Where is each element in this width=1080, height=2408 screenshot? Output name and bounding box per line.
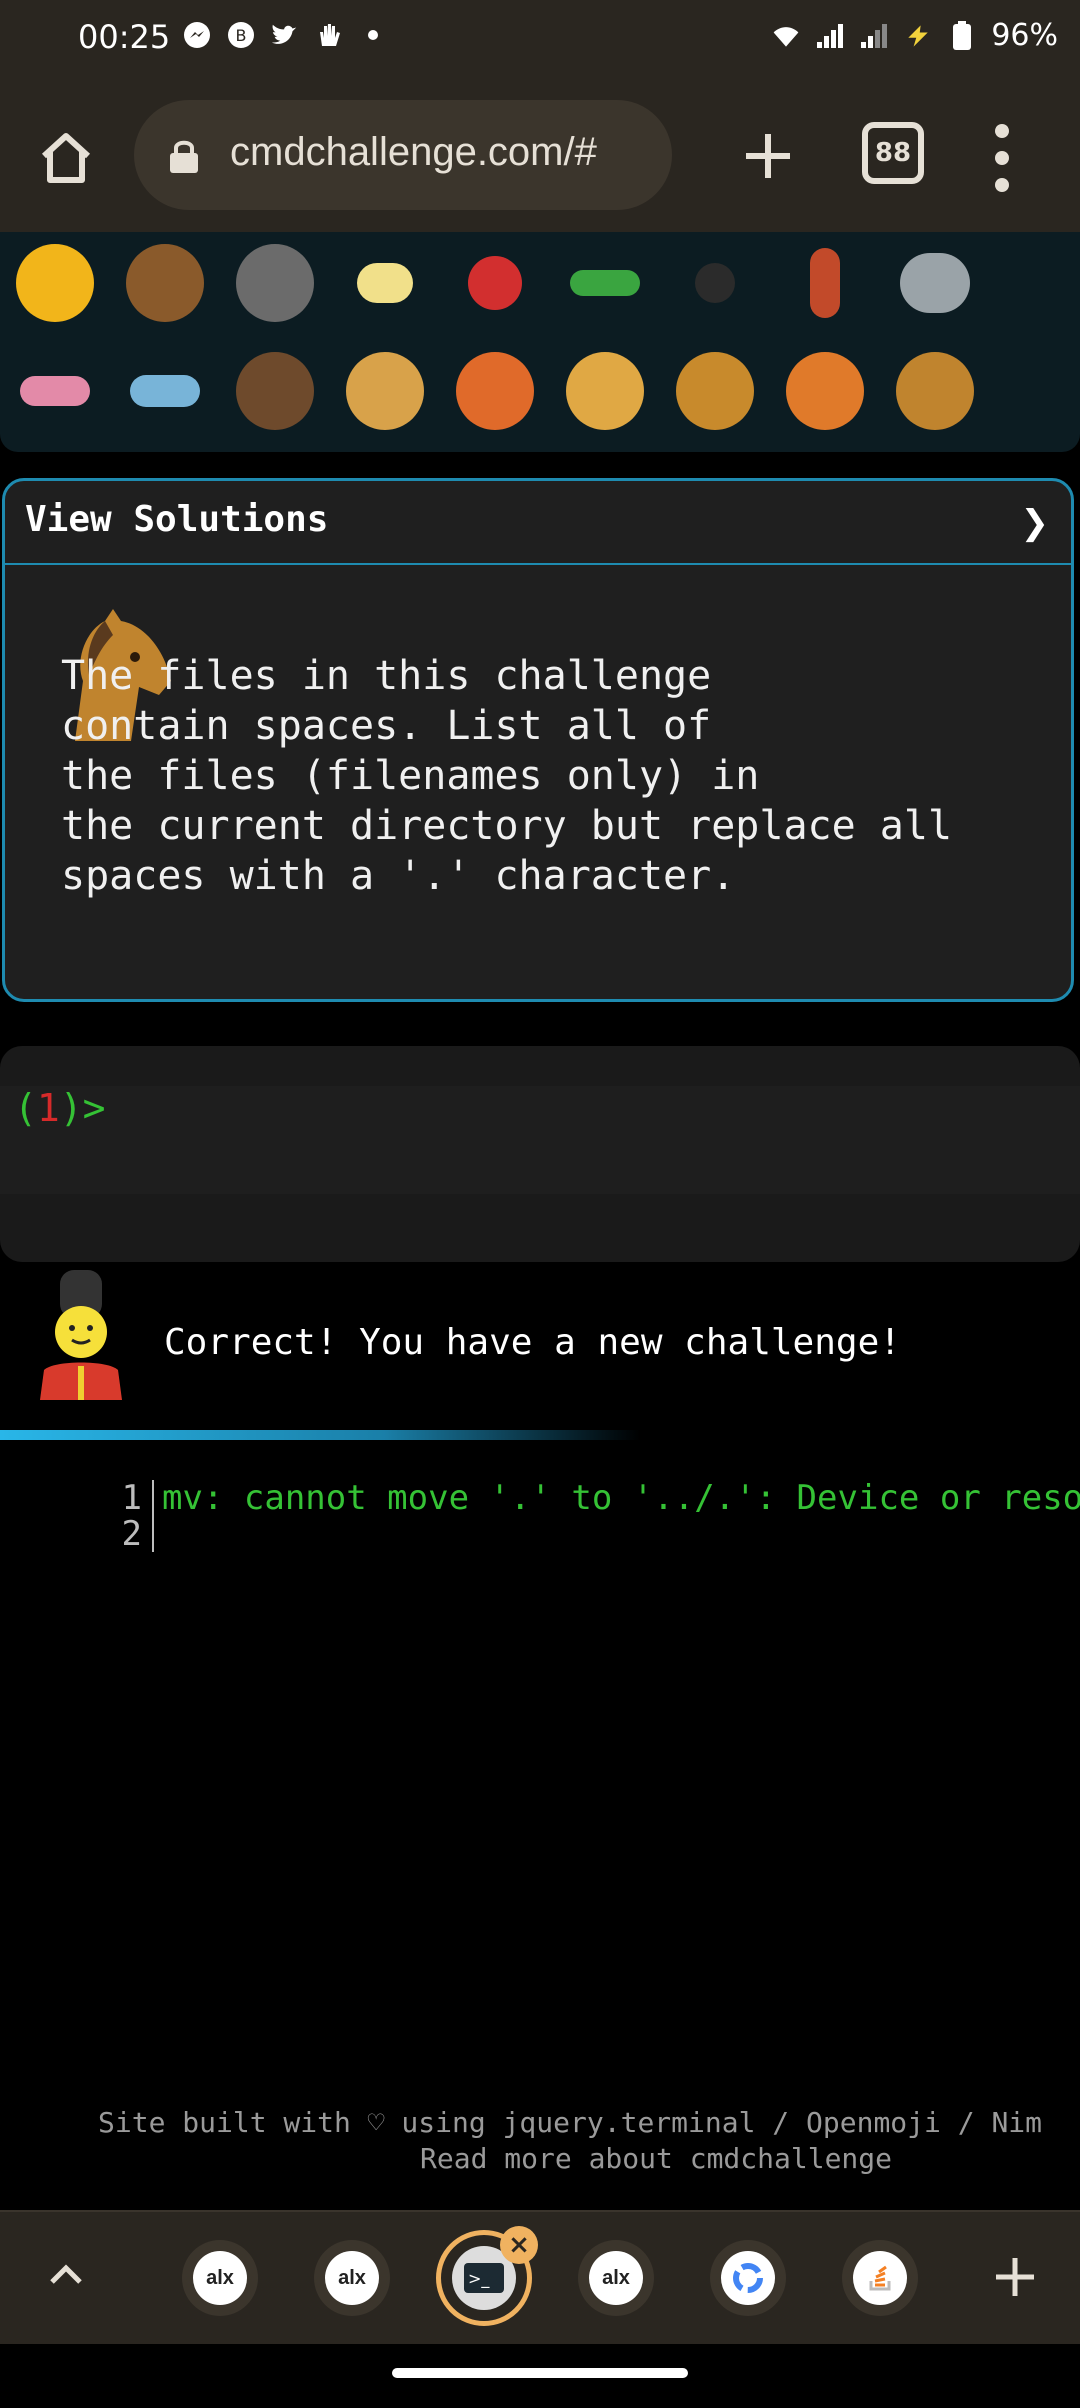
view-solutions-toggle[interactable]: View Solutions ❯ [5, 481, 1071, 565]
challenge-panel: View Solutions ❯ The files in this chall… [2, 478, 1074, 1002]
charging-icon [903, 21, 933, 51]
dot-icon [358, 20, 388, 50]
gesture-handle[interactable] [392, 2368, 688, 2378]
spider-icon[interactable] [660, 232, 770, 338]
home-icon [41, 133, 91, 183]
animal-row-2 [0, 336, 990, 446]
alx-icon: alx [193, 2251, 247, 2305]
chevron-right-icon: ❯ [1020, 503, 1050, 543]
battery-icon [947, 20, 977, 51]
result-message: Correct! You have a new challenge! [164, 1322, 901, 1363]
challenge-number: 1 [36, 1086, 60, 1130]
challenge-description: The files in this challenge contain spac… [61, 653, 953, 899]
horse-icon[interactable] [880, 336, 990, 446]
bee-icon[interactable] [330, 232, 440, 338]
command-input[interactable] [0, 1086, 1080, 1194]
tab-count: 88 [874, 138, 912, 168]
guard-icon [40, 1270, 122, 1400]
tropical-fish-icon[interactable] [0, 232, 110, 338]
b-icon: B [226, 20, 256, 50]
worm-icon[interactable] [0, 336, 110, 446]
alx-icon: alx [589, 2251, 643, 2305]
terminal-prompt: (1)> [14, 1086, 106, 1130]
wave-icon [314, 20, 344, 50]
system-icons: 96% [771, 18, 1058, 53]
tab-google[interactable] [710, 2240, 786, 2316]
microbe-icon[interactable] [110, 336, 220, 446]
fly-icon[interactable] [880, 232, 990, 338]
lock-icon [170, 140, 198, 173]
status-bar: 00:25 B 96% [0, 0, 1080, 78]
monkey-icon[interactable] [220, 336, 330, 446]
output-text: mv: cannot move '.' to '../.': Device or… [162, 1480, 1080, 1518]
stackoverflow-icon [853, 2251, 907, 2305]
close-tab-button[interactable]: × [500, 2226, 538, 2264]
tab-alx-1[interactable]: alx [182, 2240, 258, 2316]
fox-icon[interactable] [440, 336, 550, 446]
address-bar[interactable]: cmdchallenge.com/# [134, 100, 672, 210]
alx-icon: alx [325, 2251, 379, 2305]
terminal[interactable]: (1)> [0, 1046, 1080, 1262]
lion-icon[interactable] [660, 336, 770, 446]
tab-stackoverflow[interactable] [842, 2240, 918, 2316]
footer-about-link[interactable]: Read more about cmdchallenge [420, 2142, 892, 2175]
wifi-icon [771, 21, 801, 51]
view-solutions-title: View Solutions [25, 499, 329, 540]
dog-icon[interactable] [330, 336, 440, 446]
plus-icon[interactable] [990, 2252, 1040, 2302]
command-output: 1 2 mv: cannot move '.' to '../.': Devic… [0, 1480, 1080, 1560]
line-numbers: 1 2 [98, 1480, 154, 1552]
tab-alx-2[interactable]: alx [314, 2240, 390, 2316]
plus-icon [746, 134, 790, 178]
status-time: 00:25 [78, 18, 171, 56]
tab-strip: alx alx >_ × alx [0, 2210, 1080, 2346]
tab-switcher-button[interactable]: 88 [862, 122, 924, 184]
animal-challenge-strip [0, 232, 1080, 452]
browser-toolbar: cmdchallenge.com/# 88 [0, 78, 1080, 234]
scorpion-icon[interactable] [770, 232, 880, 338]
cricket-icon[interactable] [550, 232, 660, 338]
pufferfish-icon[interactable] [110, 232, 220, 338]
twitter-icon [270, 20, 300, 50]
terminal-icon: >_ [464, 2263, 504, 2293]
animal-row-1 [0, 232, 990, 338]
tab-alx-3[interactable]: alx [578, 2240, 654, 2316]
home-button[interactable] [30, 122, 102, 194]
url-text: cmdchallenge.com/# [230, 130, 597, 174]
signal-icon [815, 21, 845, 51]
google-icon [721, 2251, 775, 2305]
wolf-icon[interactable] [220, 232, 330, 338]
tiger-icon[interactable] [770, 336, 880, 446]
more-menu-button[interactable] [980, 118, 1024, 198]
chevron-up-icon[interactable] [44, 2252, 88, 2296]
signal-icon [859, 21, 889, 51]
battery-level: 96% [991, 18, 1058, 53]
messenger-icon [182, 20, 212, 50]
cat-icon[interactable] [550, 336, 660, 446]
svg-text:B: B [236, 26, 247, 45]
notification-icons: B [182, 20, 388, 50]
new-tab-button[interactable] [732, 120, 804, 192]
footer-credits[interactable]: Site built with ♡ using jquery.terminal … [98, 2106, 1042, 2139]
progress-divider [0, 1430, 640, 1440]
ladybug-icon[interactable] [440, 232, 550, 338]
